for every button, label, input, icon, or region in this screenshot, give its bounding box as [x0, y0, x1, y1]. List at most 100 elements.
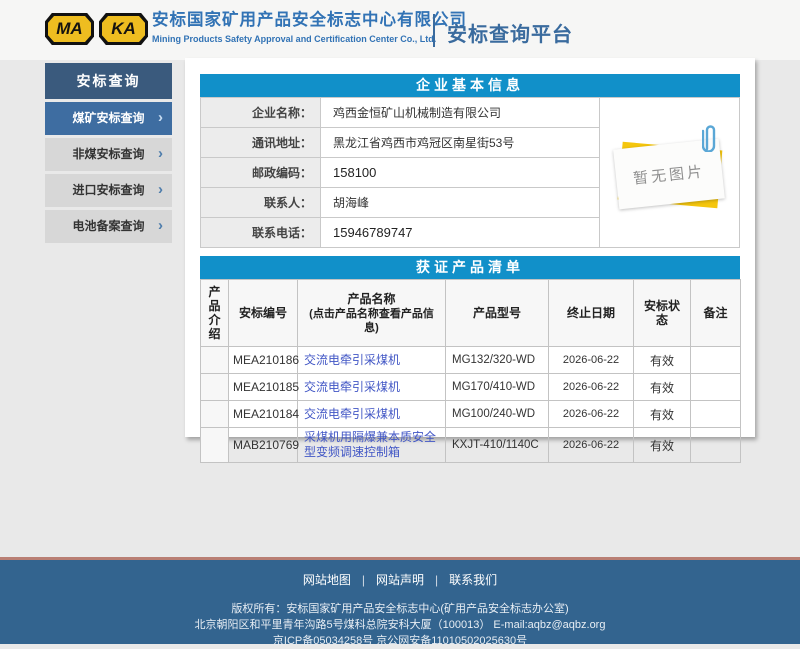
chevron-right-icon: ›: [158, 210, 163, 241]
ma-badge-icon: MA: [45, 13, 94, 45]
table-row: MEA210185 交流电牵引采煤机 MG170/410-WD 2026-06-…: [201, 374, 741, 401]
chevron-right-icon: ›: [158, 138, 163, 169]
org-name-en: Mining Products Safety Approval and Cert…: [152, 34, 467, 44]
org-name-cn: 安标国家矿用产品安全标志中心有限公司: [152, 9, 467, 31]
footer-separator: |: [435, 573, 438, 587]
field-value-address: 黑龙江省鸡西市鸡冠区南星街53号: [321, 128, 600, 158]
col-header-status: 安标状态: [634, 280, 691, 347]
sidebar-item-noncoal-query[interactable]: 非煤安标查询 ›: [45, 138, 172, 171]
cell-intro: [201, 428, 229, 463]
field-label: 企业名称：: [201, 98, 321, 128]
cell-expiry: 2026-06-22: [549, 374, 634, 401]
col-header-name-sub: (点击产品名称查看产品信息): [303, 307, 440, 335]
product-list-table: 产品介绍 安标编号 产品名称 (点击产品名称查看产品信息) 产品型号 终止日期 …: [200, 279, 741, 463]
field-label: 通讯地址：: [201, 128, 321, 158]
chevron-right-icon: ›: [158, 102, 163, 133]
sidebar-item-label: 非煤安标查询: [72, 147, 144, 161]
cell-code: MEA210186: [229, 347, 298, 374]
field-value-company-name: 鸡西金恒矿山机械制造有限公司: [321, 98, 600, 128]
footer-separator: |: [362, 573, 365, 587]
table-row: MEA210186 交流电牵引采煤机 MG132/320-WD 2026-06-…: [201, 347, 741, 374]
col-header-name: 产品名称 (点击产品名称查看产品信息): [298, 280, 446, 347]
cell-model: MG100/240-WD: [446, 401, 549, 428]
field-value-postcode: 158100: [321, 158, 600, 188]
footer-links: 网站地图 | 网站声明 | 联系我们: [0, 571, 800, 588]
cell-name: 采煤机用隔爆兼本质安全型变频调速控制箱: [298, 428, 446, 463]
col-header-intro: 产品介绍: [201, 280, 229, 347]
app-header: MA KA 安标国家矿用产品安全标志中心有限公司 Mining Products…: [0, 0, 800, 60]
ka-badge-text: KA: [102, 16, 145, 42]
table-header-row: 产品介绍 安标编号 产品名称 (点击产品名称查看产品信息) 产品型号 终止日期 …: [201, 280, 741, 347]
col-header-name-main: 产品名称: [303, 292, 440, 306]
field-label: 联系电话：: [201, 218, 321, 248]
table-row: MAB210769 采煤机用隔爆兼本质安全型变频调速控制箱 KXJT-410/1…: [201, 428, 741, 463]
sidebar-item-import-query[interactable]: 进口安标查询 ›: [45, 174, 172, 207]
cell-status: 有效: [634, 428, 691, 463]
sidebar-item-label: 煤矿安标查询: [72, 111, 144, 125]
field-label: 联系人：: [201, 188, 321, 218]
cell-remark: [691, 374, 741, 401]
product-list-section: 获证产品清单 产品介绍 安标编号 产品名称 (点击产品名称查看产品信息) 产品型…: [200, 256, 740, 463]
footer-copyright: 版权所有：安标国家矿用产品安全标志中心(矿用产品安全标志办公室) 北京朝阳区和平…: [0, 601, 800, 649]
product-list-header: 获证产品清单: [200, 256, 740, 279]
sidebar-item-coal-query[interactable]: 煤矿安标查询 ›: [45, 102, 172, 135]
table-row: MEA210184 交流电牵引采煤机 MG100/240-WD 2026-06-…: [201, 401, 741, 428]
ka-badge-icon: KA: [99, 13, 148, 45]
cell-code: MEA210185: [229, 374, 298, 401]
chevron-right-icon: ›: [158, 174, 163, 205]
cell-model: MG170/410-WD: [446, 374, 549, 401]
cell-status: 有效: [634, 401, 691, 428]
field-value-contact: 胡海峰: [321, 188, 600, 218]
field-label: 邮政编码：: [201, 158, 321, 188]
field-value-phone: 15946789747: [321, 218, 600, 248]
paperclip-icon: [702, 122, 718, 152]
enterprise-info-header: 企业基本信息: [200, 74, 740, 97]
cell-remark: [691, 428, 741, 463]
footer-link-statement[interactable]: 网站声明: [376, 573, 424, 587]
ma-badge-text: MA: [48, 16, 91, 42]
cell-name: 交流电牵引采煤机: [298, 401, 446, 428]
content-panel: 企业基本信息 企业名称： 鸡西金恒矿山机械制造有限公司 暂无图片: [185, 58, 755, 437]
cell-expiry: 2026-06-22: [549, 428, 634, 463]
cell-model: MG132/320-WD: [446, 347, 549, 374]
copyright-line: 版权所有：安标国家矿用产品安全标志中心(矿用产品安全标志办公室): [0, 601, 800, 617]
cell-code: MEA210184: [229, 401, 298, 428]
product-name-link[interactable]: 交流电牵引采煤机: [304, 407, 400, 421]
cell-status: 有效: [634, 347, 691, 374]
col-header-model: 产品型号: [446, 280, 549, 347]
product-image-cell: 暂无图片: [600, 98, 740, 248]
sidebar-item-label: 进口安标查询: [72, 183, 144, 197]
cell-expiry: 2026-06-22: [549, 401, 634, 428]
cell-remark: [691, 401, 741, 428]
col-header-remark: 备注: [691, 280, 741, 347]
page-footer: 网站地图 | 网站声明 | 联系我们 版权所有：安标国家矿用产品安全标志中心(矿用产品安…: [0, 557, 800, 644]
product-name-link[interactable]: 交流电牵引采煤机: [304, 380, 400, 394]
footer-link-sitemap[interactable]: 网站地图: [303, 573, 351, 587]
no-image-text: 暂无图片: [632, 159, 706, 187]
cell-name: 交流电牵引采煤机: [298, 374, 446, 401]
address-line: 北京朝阳区和平里青年沟路5号煤科总院安科大厦（100013） E-mail:aq…: [0, 617, 800, 633]
maka-logo: MA KA: [45, 13, 148, 45]
org-names: 安标国家矿用产品安全标志中心有限公司 Mining Products Safet…: [152, 9, 467, 44]
cell-intro: [201, 401, 229, 428]
product-name-link[interactable]: 交流电牵引采煤机: [304, 353, 400, 367]
sidebar-title: 安标查询: [45, 63, 172, 99]
col-header-code: 安标编号: [229, 280, 298, 347]
cell-intro: [201, 347, 229, 374]
cell-expiry: 2026-06-22: [549, 347, 634, 374]
table-row: 企业名称： 鸡西金恒矿山机械制造有限公司 暂无图片: [201, 98, 740, 128]
cell-code: MAB210769: [229, 428, 298, 463]
product-name-link[interactable]: 采煤机用隔爆兼本质安全型变频调速控制箱: [304, 430, 436, 459]
page: MA KA 安标国家矿用产品安全标志中心有限公司 Mining Products…: [0, 0, 800, 644]
sidebar-item-battery-query[interactable]: 电池备案查询 ›: [45, 210, 172, 243]
cell-intro: [201, 374, 229, 401]
header-divider: [433, 14, 435, 47]
cell-name: 交流电牵引采煤机: [298, 347, 446, 374]
sidebar-item-label: 电池备案查询: [72, 219, 144, 233]
platform-title: 安标查询平台: [447, 18, 573, 47]
sidebar: 安标查询 煤矿安标查询 › 非煤安标查询 › 进口安标查询 › 电池备案查询 ›: [45, 63, 172, 243]
cell-remark: [691, 347, 741, 374]
cell-status: 有效: [634, 374, 691, 401]
icp-line: 京ICP备05034258号 京公网安备11010502025630号: [0, 633, 800, 649]
footer-link-contact[interactable]: 联系我们: [449, 573, 497, 587]
